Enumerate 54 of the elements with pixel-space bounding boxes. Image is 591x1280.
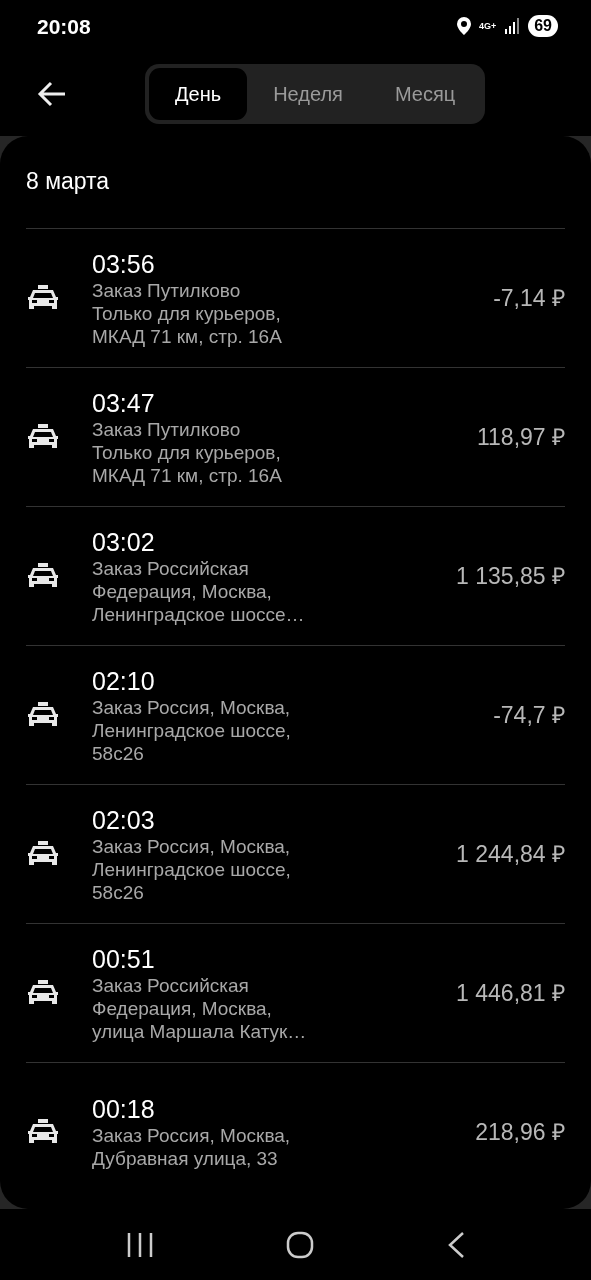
- signal-icon: [504, 18, 521, 35]
- network-label: 4G+: [478, 21, 497, 31]
- clock: 20:08: [37, 13, 91, 40]
- location-icon: [456, 17, 471, 36]
- period-tab[interactable]: День: [149, 68, 248, 121]
- order-address: Ленинградское шоссе,: [92, 857, 292, 881]
- period-tab[interactable]: Месяц: [368, 68, 482, 121]
- back-arrow-icon[interactable]: [37, 81, 67, 108]
- order-address: Заказ Россия, Москва,: [92, 695, 292, 719]
- order-address: Заказ Россия, Москва,: [92, 1124, 292, 1148]
- order-amount: 1 135,85 ₽: [456, 562, 565, 592]
- order-address: Федерация, Москва,: [92, 579, 273, 603]
- battery-indicator: 69: [528, 15, 558, 38]
- order-address: Только для курьеров,: [92, 301, 282, 325]
- order-amount: 1 244,84 ₽: [456, 840, 565, 870]
- order-time: 00:18: [92, 1094, 156, 1125]
- order-time: 03:47: [92, 387, 156, 418]
- period-tab[interactable]: Неделя: [247, 68, 369, 121]
- order-address: Заказ Путилково: [92, 417, 242, 441]
- order-time: 03:02: [92, 526, 156, 557]
- order-time: 00:51: [92, 943, 156, 974]
- order-row[interactable]: 03:56 Заказ Путилково Только для курьеров, МКАД 71 км, стр. 16А -7,14 ₽: [26, 228, 565, 368]
- order-address: Только для курьеров,: [92, 440, 282, 464]
- order-row[interactable]: 03:02 Заказ Российская Федерация, Москва, Ленинградское шоссе… 1 135,85 ₽: [26, 506, 565, 646]
- order-address: Дубравная улица, 33: [92, 1147, 279, 1171]
- home-icon[interactable]: [286, 1230, 315, 1259]
- order-address: улица Маршала Катук…: [92, 1019, 308, 1043]
- order-time: 03:56: [92, 248, 156, 279]
- order-amount: 218,96 ₽: [475, 1118, 565, 1148]
- date-heading: 8 марта: [26, 166, 111, 196]
- order-address: 58с26: [92, 741, 145, 765]
- order-address: 58с26: [92, 880, 145, 904]
- order-address: МКАД 71 км, стр. 16А: [92, 463, 283, 487]
- order-row[interactable]: 00:51 Заказ Российская Федерация, Москва, улица Маршала Катук… 1 446,81 ₽: [26, 923, 565, 1063]
- order-address: Заказ Россия, Москва,: [92, 834, 292, 858]
- order-row[interactable]: 00:18 Заказ Россия, Москва, Дубравная улица, 33 218,96 ₽: [26, 1062, 565, 1202]
- order-time: 02:03: [92, 804, 156, 835]
- order-address: Заказ Путилково: [92, 278, 242, 302]
- recent-apps-icon[interactable]: [126, 1231, 155, 1258]
- order-address: Федерация, Москва,: [92, 996, 273, 1020]
- order-time: 02:10: [92, 665, 156, 696]
- order-address: МКАД 71 км, стр. 16А: [92, 324, 283, 348]
- order-address: Ленинградское шоссе…: [92, 602, 306, 626]
- order-amount: 1 446,81 ₽: [456, 979, 565, 1009]
- order-amount: -74,7 ₽: [493, 701, 565, 731]
- order-address: Заказ Российская: [92, 973, 250, 997]
- order-amount: -7,14 ₽: [493, 284, 565, 314]
- order-address: Ленинградское шоссе,: [92, 718, 292, 742]
- order-row[interactable]: 02:10 Заказ Россия, Москва, Ленинградское шоссе, 58с26 -74,7 ₽: [26, 645, 565, 785]
- order-row[interactable]: 02:03 Заказ Россия, Москва, Ленинградское шоссе, 58с26 1 244,84 ₽: [26, 784, 565, 924]
- order-address: Заказ Российская: [92, 556, 250, 580]
- back-icon[interactable]: [446, 1230, 465, 1259]
- order-row[interactable]: 03:47 Заказ Путилково Только для курьеров, МКАД 71 км, стр. 16А 118,97 ₽: [26, 367, 565, 507]
- order-amount: 118,97 ₽: [476, 423, 565, 453]
